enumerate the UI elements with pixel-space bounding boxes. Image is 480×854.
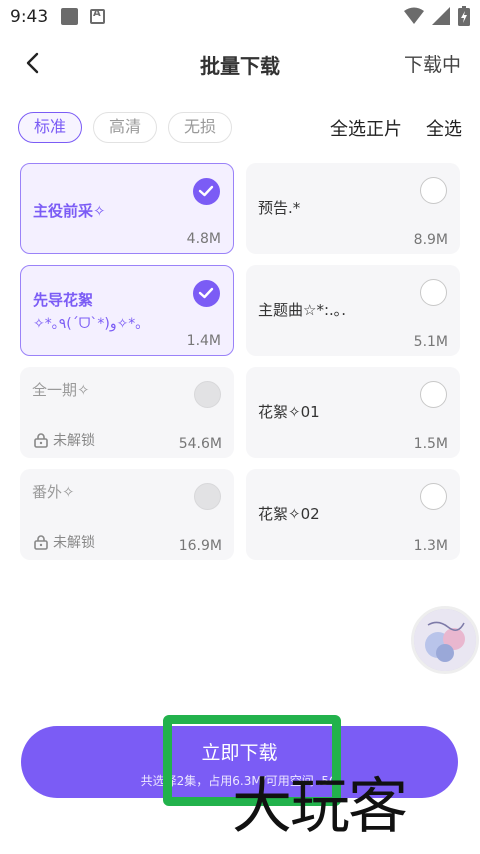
header: 批量下载 下载中	[0, 38, 480, 88]
floating-player-avatar[interactable]	[411, 606, 479, 674]
episode-card[interactable]: 全一期✧ 未解锁 54.6M	[20, 367, 234, 458]
episode-title: 番外✧	[32, 483, 75, 501]
episode-card[interactable]: 番外✧ 未解锁 16.9M	[20, 469, 234, 560]
episode-size: 1.4M	[186, 333, 221, 349]
lock-icon	[34, 535, 48, 550]
episode-card[interactable]: 预告.* 8.9M	[246, 163, 460, 254]
downloading-link[interactable]: 下载中	[404, 50, 461, 77]
cover-art-icon	[414, 609, 476, 671]
select-all-button[interactable]: 全选	[426, 115, 462, 141]
download-label: 立即下载	[201, 742, 278, 764]
checkbox-disabled	[194, 483, 221, 510]
episode-card[interactable]: 先导花絮 ✧*｡٩(ˊᗜˋ*)و✧*｡ 1.4M	[20, 265, 234, 356]
episode-title: 预告.*	[258, 199, 301, 217]
episode-size: 16.9M	[178, 538, 222, 554]
episode-size: 4.8M	[186, 231, 221, 247]
episode-size: 1.3M	[413, 538, 448, 554]
episode-card[interactable]: 主役前采✧ 4.8M	[20, 163, 234, 254]
status-bar: 9:43	[0, 0, 480, 34]
quality-standard-tab[interactable]: 标准	[18, 112, 82, 143]
checkbox[interactable]	[420, 177, 447, 204]
lock-status: 未解锁	[33, 532, 95, 552]
lock-label: 未解锁	[53, 433, 95, 449]
app-notification-icon	[90, 8, 105, 24]
checkbox-disabled	[194, 381, 221, 408]
episode-title: 全一期✧	[32, 381, 90, 399]
checkbox[interactable]	[420, 483, 447, 510]
quality-hd-tab[interactable]: 高清	[93, 112, 157, 143]
notification-icon	[61, 8, 78, 25]
check-icon	[198, 287, 214, 299]
lock-icon	[34, 433, 48, 448]
battery-icon	[458, 6, 470, 26]
episode-title: 花絮✧01	[258, 403, 320, 421]
status-time: 9:43	[10, 7, 49, 27]
checkbox[interactable]	[193, 280, 220, 307]
episode-size: 8.9M	[413, 232, 448, 248]
checkbox[interactable]	[420, 279, 447, 306]
check-icon	[198, 185, 214, 197]
lock-status: 未解锁	[33, 430, 95, 450]
episode-size: 1.5M	[413, 436, 448, 452]
checkbox[interactable]	[420, 381, 447, 408]
checkbox[interactable]	[193, 178, 220, 205]
episode-card[interactable]: 花絮✧02 1.3M	[246, 469, 460, 560]
select-positive-button[interactable]: 全选正片	[330, 115, 402, 141]
signal-icon	[432, 7, 450, 25]
watermark-text: 大玩客	[232, 772, 408, 842]
quality-lossless-tab[interactable]: 无损	[168, 112, 232, 143]
episode-card[interactable]: 主题曲☆*:.｡. 5.1M	[246, 265, 460, 356]
lock-label: 未解锁	[53, 535, 95, 551]
episode-size: 5.1M	[413, 334, 448, 350]
episode-title: 先导花絮	[33, 291, 94, 309]
episode-size: 54.6M	[178, 436, 222, 452]
episode-title: 主题曲☆*:.｡.	[258, 301, 347, 319]
wifi-icon	[404, 7, 424, 24]
status-icons	[404, 6, 470, 26]
episode-title-emoticon: ✧*｡٩(ˊᗜˋ*)و✧*｡	[33, 316, 143, 332]
episode-title: 花絮✧02	[258, 505, 320, 523]
quality-selector: 标准 高清 无损 全选正片 全选	[18, 112, 462, 144]
episode-card[interactable]: 花絮✧01 1.5M	[246, 367, 460, 458]
episode-title: 主役前采✧	[33, 202, 106, 220]
